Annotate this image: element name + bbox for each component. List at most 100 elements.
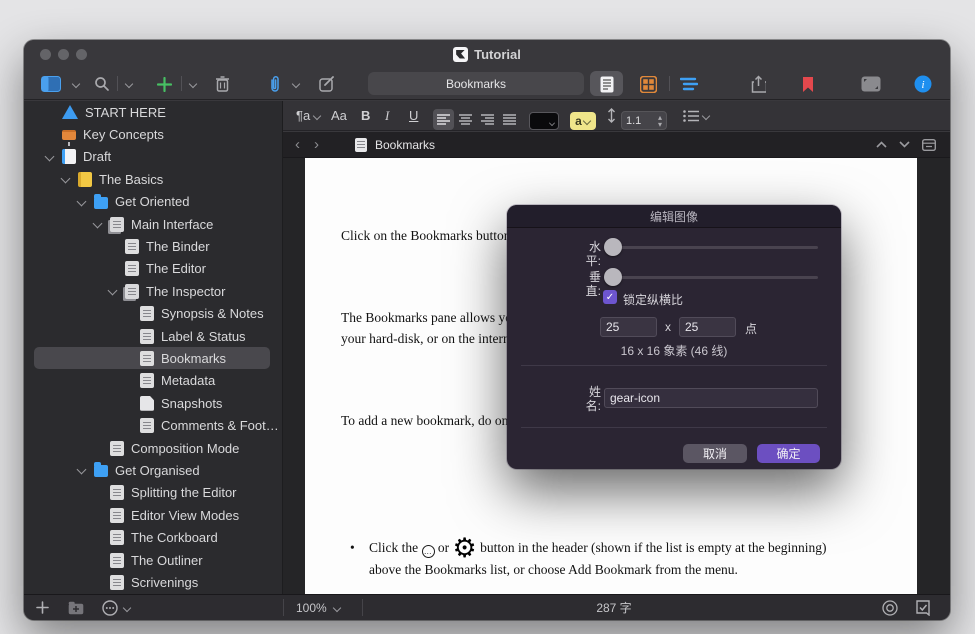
binder-item[interactable]: Composition Mode [24, 437, 282, 459]
align-right-button[interactable] [477, 109, 498, 130]
vertical-slider[interactable] [604, 268, 818, 286]
binder-item[interactable]: The Basics [24, 168, 282, 190]
toggle-binder-button[interactable] [38, 71, 64, 97]
bold-button[interactable]: B [361, 101, 370, 130]
previous-document-button[interactable] [876, 141, 887, 148]
add-document-button[interactable] [36, 595, 54, 620]
width-input[interactable] [600, 317, 657, 337]
bullet-list: Click the … or ⚙ button in the header (s… [341, 494, 901, 594]
align-center-button[interactable] [455, 109, 476, 130]
gear-inline-image[interactable]: ⚙ [453, 539, 477, 559]
font-menu[interactable]: Aa [331, 101, 347, 130]
binder-item[interactable]: Synopsis & Notes [24, 303, 282, 325]
highlight-color-button[interactable]: a [570, 106, 596, 135]
binder-item[interactable]: The Editor [24, 258, 282, 280]
compose-button[interactable] [316, 71, 338, 97]
plus-icon [36, 601, 49, 614]
binder-item[interactable]: The Outliner [24, 549, 282, 571]
slider-knob[interactable] [604, 268, 622, 286]
next-document-button[interactable] [899, 141, 910, 148]
share-button[interactable] [746, 71, 770, 97]
binder-item[interactable]: The Binder [24, 235, 282, 257]
image-name-input[interactable] [604, 388, 818, 408]
item-menu-button[interactable] [102, 595, 132, 620]
slider-track [604, 276, 818, 279]
footer-bar: 100% 287 字 [24, 594, 950, 620]
mark-done-button[interactable] [916, 595, 936, 620]
binder-item[interactable]: START HERE [24, 101, 282, 123]
binder-item[interactable]: Main Interface [24, 213, 282, 235]
trash-button[interactable] [212, 71, 232, 97]
line-spacing-value: 1.1 [626, 115, 641, 127]
word-count-area: 287 字 [283, 595, 945, 620]
word-count-value[interactable]: 287 字 [596, 599, 631, 616]
slider-track [604, 246, 818, 249]
binder-item[interactable]: Bookmarks [24, 347, 282, 369]
binder-item-label: Key Concepts [83, 127, 164, 142]
composition-mode-button[interactable] [858, 71, 884, 97]
chevron-down-icon [583, 117, 591, 125]
toolbar-separator [117, 76, 118, 91]
history-back-button[interactable]: ‹ [295, 136, 300, 153]
document-title-field[interactable]: Bookmarks [368, 72, 584, 95]
editor-document-title[interactable]: Bookmarks [375, 138, 435, 152]
line-spacing-stepper[interactable]: 1.1▴▾ [621, 106, 667, 135]
binder-item[interactable]: Get Oriented [24, 191, 282, 213]
compose-icon [319, 76, 336, 92]
align-left-button[interactable] [433, 109, 454, 130]
add-item-button[interactable] [154, 71, 174, 97]
underline-label: U [409, 108, 418, 123]
search-button[interactable] [92, 71, 112, 97]
binder-item[interactable]: Label & Status [24, 325, 282, 347]
binder-options-chevron[interactable] [70, 71, 82, 97]
binder-item[interactable]: The Inspector [24, 280, 282, 302]
search-options-chevron[interactable] [123, 71, 135, 97]
binder-item[interactable]: Get Organised [24, 459, 282, 481]
editor-layout-button[interactable] [922, 139, 936, 151]
align-justify-icon [503, 114, 516, 125]
inspector-info-button[interactable]: i [910, 71, 936, 97]
text-color-button[interactable] [529, 106, 559, 135]
paragraph-style-menu[interactable]: ¶a [296, 101, 321, 130]
horizontal-slider[interactable] [604, 238, 818, 256]
italic-button[interactable]: I [385, 101, 389, 130]
binder-item[interactable]: Splitting the Editor [24, 482, 282, 504]
add-folder-button[interactable] [68, 595, 88, 620]
view-mode-corkboard-button[interactable] [636, 71, 660, 97]
doc-icon [110, 530, 124, 545]
binder-item[interactable]: Scrivenings [24, 571, 282, 593]
binder-item[interactable]: Comments & Foot… [24, 414, 282, 436]
ok-button[interactable]: 确定 [757, 444, 820, 463]
binder-item[interactable]: Draft [24, 146, 282, 168]
binder-item-label: Draft [83, 149, 111, 164]
height-input[interactable] [679, 317, 736, 337]
cancel-button[interactable]: 取消 [683, 444, 747, 463]
binder-item[interactable]: Key Concepts [24, 123, 282, 145]
binder-item[interactable]: The Corkboard [24, 526, 282, 548]
binder-item[interactable]: Metadata [24, 370, 282, 392]
trash-icon [215, 76, 230, 92]
binder-item-label: Comments & Foot… [161, 418, 279, 433]
draft-doc-icon [62, 149, 76, 164]
view-mode-document-button[interactable] [595, 71, 619, 97]
folder-blue-icon [94, 465, 108, 477]
append-link-button[interactable] [264, 71, 286, 97]
add-options-chevron[interactable] [187, 71, 199, 97]
composition-mode-icon [861, 76, 881, 92]
window-title-group: Tutorial [24, 40, 950, 68]
dialog-title-bar[interactable]: 编辑图像 [507, 205, 841, 228]
underline-button[interactable]: U [409, 101, 418, 130]
link-options-chevron[interactable] [290, 71, 302, 97]
view-mode-outline-button[interactable] [677, 71, 701, 97]
binder-item[interactable]: Snapshots [24, 392, 282, 414]
slider-knob[interactable] [604, 238, 622, 256]
writing-target-button[interactable] [882, 595, 902, 620]
list-style-menu[interactable] [683, 101, 710, 130]
history-forward-button[interactable]: › [314, 136, 319, 153]
binder-item[interactable]: Editor View Modes [24, 504, 282, 526]
bookmark-button[interactable] [796, 71, 820, 97]
binder-item-label: The Corkboard [131, 530, 218, 545]
pixel-info-text: 16 x 16 象素 (46 线) [507, 342, 841, 359]
align-justify-button[interactable] [499, 109, 520, 130]
lock-aspect-checkbox[interactable]: ✓ [603, 290, 617, 304]
